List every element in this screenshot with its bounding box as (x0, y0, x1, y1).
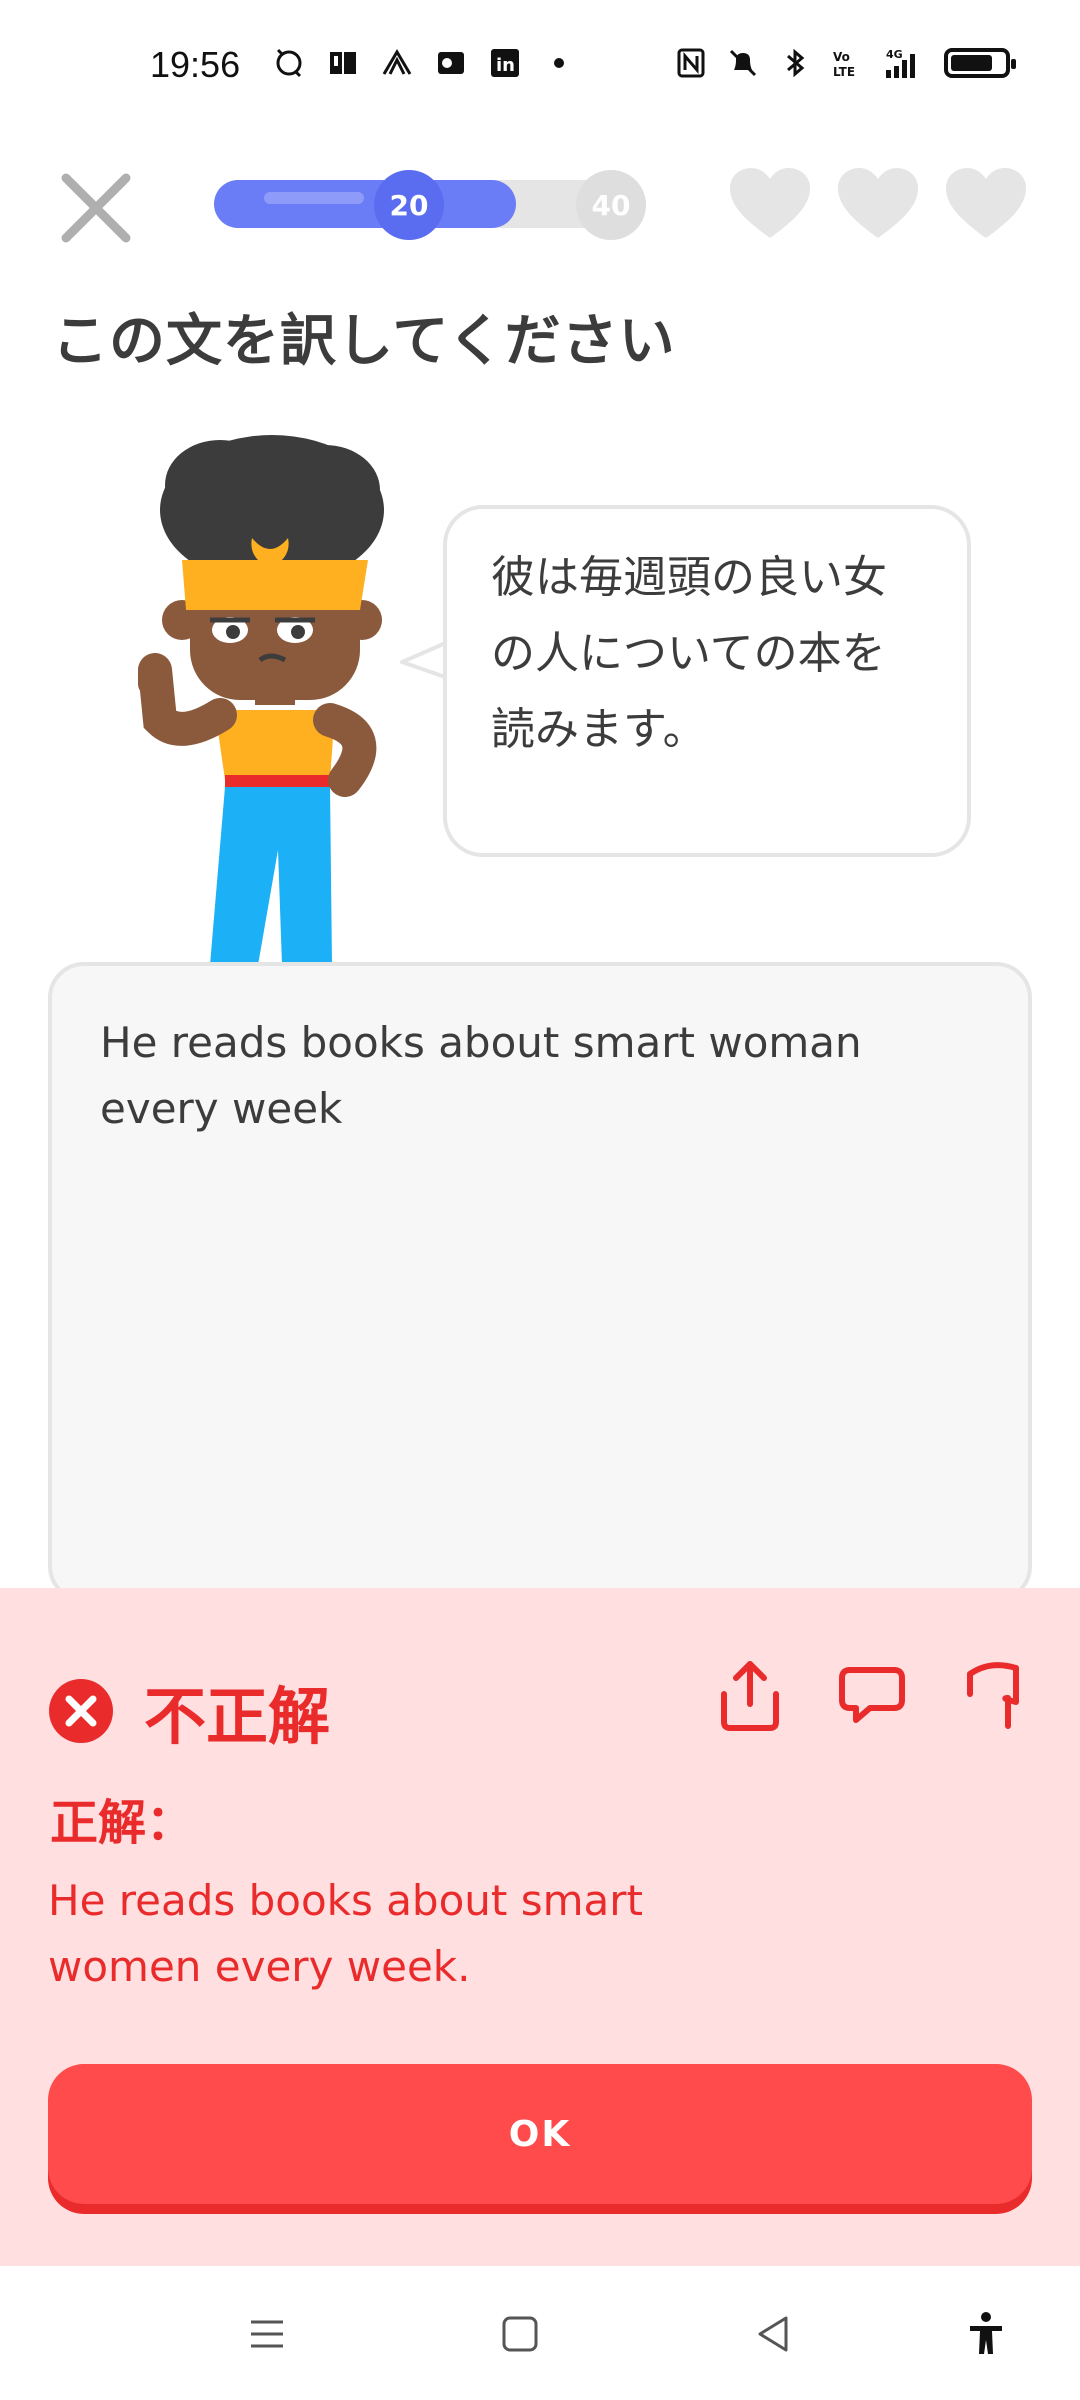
progress-shine (264, 192, 364, 204)
volte-icon: VoLTE (833, 50, 855, 79)
feedback-panel: 不正解 正解： He reads books about smart women… (0, 1588, 1080, 2266)
feedback-title-row: 不正解 (48, 1666, 330, 1756)
svg-text:Vo: Vo (833, 50, 850, 64)
heart-icon (838, 168, 918, 238)
nfc-icon (677, 48, 705, 78)
user-answer-text: He reads books about smart woman every w… (100, 1018, 862, 1133)
outlook-icon (438, 52, 464, 74)
svg-text:4G: 4G (886, 48, 903, 61)
incorrect-icon (49, 1679, 113, 1743)
menu-icon[interactable] (243, 2310, 291, 2358)
bluetooth-icon (787, 48, 805, 78)
status-bar: 19:56 in Vo LTE 4G (0, 0, 1080, 140)
correct-answer-label: 正解： (50, 1795, 195, 1851)
hearts (728, 168, 1028, 240)
heart-icon (730, 168, 810, 238)
system-nav-bar (0, 2266, 1080, 2400)
heart-icon (946, 168, 1026, 238)
instruction-title: この文を訳してください (52, 309, 676, 374)
svg-text:LTE: LTE (833, 65, 855, 79)
signal-4g-icon: 4G (886, 48, 915, 78)
character-illustration (138, 435, 384, 965)
progress-fill (214, 180, 516, 228)
sync-icon (276, 48, 302, 78)
more-notifications-dot (554, 58, 564, 68)
battery-icon (944, 48, 1016, 78)
mute-icon (729, 49, 757, 77)
system-icons: Vo LTE 4G (674, 46, 1016, 80)
report-flag-icon[interactable] (960, 1658, 1028, 1732)
feedback-actions (716, 1658, 1028, 1732)
ok-button[interactable]: OK (48, 2064, 1032, 2204)
notification-icons: in (272, 46, 564, 80)
lesson-progress-bar: 20 40 (214, 170, 646, 240)
progress-milestone-current: 20 (374, 170, 444, 240)
answer-textarea[interactable]: He reads books about smart woman every w… (48, 962, 1032, 1602)
close-icon[interactable] (56, 168, 136, 248)
leaf-icon (382, 49, 412, 75)
svg-text:in: in (496, 55, 515, 76)
linkedin-icon: in (491, 49, 519, 77)
accessibility-icon[interactable] (962, 2310, 1010, 2358)
correct-answer-text: He reads books about smart women every w… (48, 1876, 643, 1991)
share-icon[interactable] (716, 1658, 784, 1732)
progress-milestone-next: 40 (576, 170, 646, 240)
comment-icon[interactable] (838, 1658, 906, 1732)
speech-bubble: 彼は毎週頭の良い女 の人についての本を 読みます。 (443, 505, 971, 857)
book-icon (330, 52, 356, 74)
back-icon[interactable] (750, 2310, 798, 2358)
status-time: 19:56 (150, 44, 241, 85)
feedback-title: 不正解 (144, 1680, 331, 1753)
home-icon[interactable] (496, 2310, 544, 2358)
